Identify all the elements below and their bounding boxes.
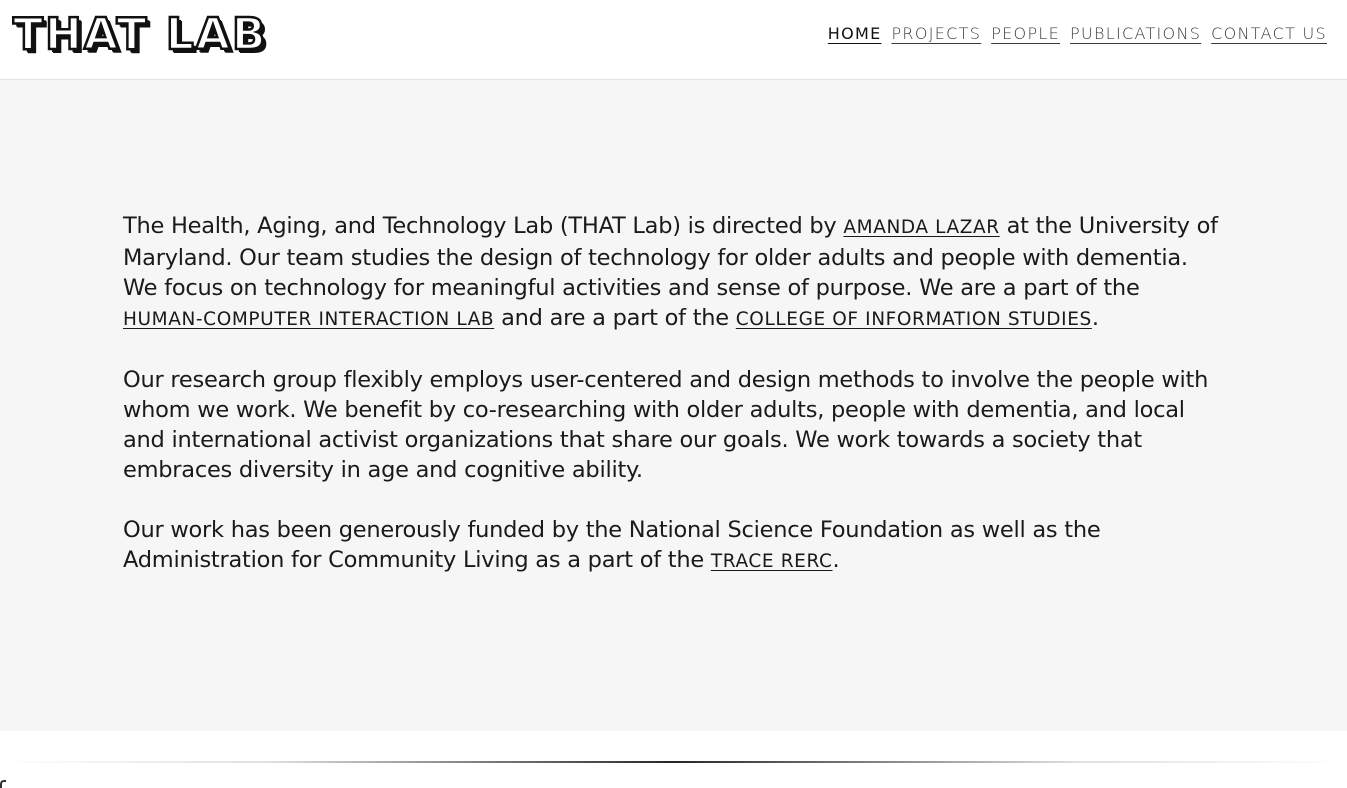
nav-people-link[interactable]: PEOPLE xyxy=(991,22,1060,46)
college-of-information-studies-link[interactable]: COLLEGE OF INFORMATION STUDIES xyxy=(736,309,1092,330)
funding-paragraph: Our work has been generously funded by t… xyxy=(123,515,1223,577)
intro-paragraph: The Health, Aging, and Technology Lab (T… xyxy=(123,211,1223,335)
funding-text-part-2: . xyxy=(832,547,840,573)
research-paragraph: Our research group flexibly employs user… xyxy=(123,367,1209,483)
intro-text-part-1: The Health, Aging, and Technology Lab (T… xyxy=(123,213,844,239)
nav-contact-us-link[interactable]: CONTACT US xyxy=(1211,22,1327,46)
corner-mark xyxy=(0,780,6,788)
trace-rerc-link[interactable]: TRACE RERC xyxy=(711,551,833,572)
footer-divider xyxy=(0,761,1347,763)
funding-text-part-1: Our work has been generously funded by t… xyxy=(123,517,1101,573)
amanda-lazar-link[interactable]: AMANDA LAZAR xyxy=(843,217,999,238)
site-header: THAT LAB HOME PROJECTS PEOPLE PUBLICATIO… xyxy=(0,0,1347,80)
site-logo[interactable]: THAT LAB xyxy=(12,8,267,62)
intro-text-part-3: and are a part of the xyxy=(494,305,736,331)
nav-projects-link[interactable]: PROJECTS xyxy=(891,22,981,46)
hcil-link[interactable]: HUMAN-COMPUTER INTERACTION LAB xyxy=(123,309,494,330)
main-content-section: The Health, Aging, and Technology Lab (T… xyxy=(0,80,1347,731)
main-nav: HOME PROJECTS PEOPLE PUBLICATIONS CONTAC… xyxy=(828,22,1327,46)
intro-text: The Health, Aging, and Technology Lab (T… xyxy=(123,211,1223,607)
nav-publications-link[interactable]: PUBLICATIONS xyxy=(1070,22,1201,46)
nav-home-link[interactable]: HOME xyxy=(828,22,882,46)
intro-text-part-4: . xyxy=(1091,305,1099,331)
